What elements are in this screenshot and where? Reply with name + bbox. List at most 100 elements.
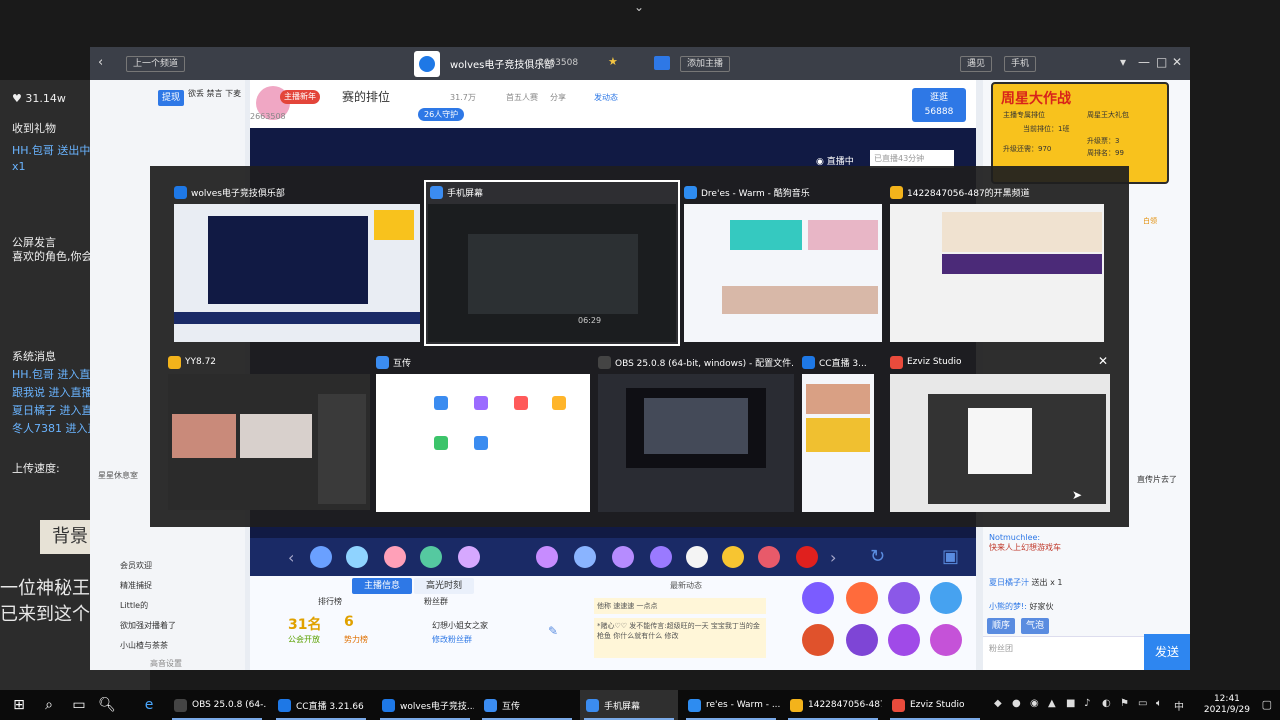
gift-item[interactable] — [384, 546, 406, 568]
taskbar-item-phone-mirror[interactable]: 手机屏幕 — [580, 690, 678, 720]
tab-highlights[interactable]: 高光时刻 — [414, 578, 474, 594]
tray-icon[interactable]: ♪ — [1084, 698, 1090, 709]
notification-icon[interactable]: ▢ — [1262, 698, 1272, 711]
minimize-icon[interactable]: — — [1138, 55, 1150, 69]
menu-icon[interactable]: ▾ — [1120, 55, 1126, 69]
taskbar-item-cc-room[interactable]: wolves电子竞技... — [376, 690, 474, 720]
action-newrank[interactable] — [888, 624, 920, 656]
search-icon[interactable]: 🔍︎ — [98, 696, 116, 714]
left-row[interactable]: 小山楂与茶茶 — [120, 640, 168, 651]
switcher-tile-cc-live[interactable]: CC直播 3... — [802, 352, 874, 512]
action-skin[interactable] — [888, 582, 920, 614]
phone-button[interactable]: 手机 — [1004, 56, 1037, 72]
gift-item[interactable] — [612, 546, 634, 568]
gift-box-icon[interactable]: ▣ — [942, 546, 959, 567]
action-custom[interactable] — [930, 624, 962, 656]
switcher-tile-yy[interactable]: YY8.72 — [168, 352, 370, 512]
guardians-badge[interactable]: 26人守护 — [418, 108, 465, 121]
tab-host-info[interactable]: 主播信息 — [352, 578, 412, 594]
tray-icon[interactable]: ◉ — [1030, 698, 1039, 709]
post-dynamic-button[interactable]: 发动态 — [594, 92, 618, 103]
chat-button[interactable]: 遇见 — [960, 56, 993, 72]
send-button[interactable]: 发送 — [1144, 634, 1190, 670]
gift-item[interactable] — [796, 546, 818, 568]
taskbar-item-kugou[interactable]: re'es - Warm - ... — [682, 690, 780, 720]
sound-settings[interactable]: 高音设置 — [150, 658, 182, 669]
switcher-tile-obs[interactable]: OBS 25.0.8 (64-bit, windows) - 配置文件... — [598, 352, 794, 512]
gift-item[interactable] — [536, 546, 558, 568]
ime-icon[interactable]: 中 — [1174, 698, 1184, 713]
gift-item[interactable] — [346, 546, 368, 568]
chat-tag-order[interactable]: 顺序 — [987, 618, 1015, 634]
chevron-right-icon[interactable]: › — [830, 548, 836, 567]
left-row[interactable]: Little的 — [120, 600, 148, 611]
tray-icon[interactable]: ◆ — [994, 698, 1002, 709]
stat-popularity: 31.7万 — [450, 93, 476, 102]
tray-icon[interactable]: ● — [1012, 698, 1021, 709]
network-icon[interactable]: ▭ — [1138, 698, 1147, 709]
dynamic-card[interactable]: 他称 速速速 一点点 — [594, 598, 766, 614]
taskbar-item-transfer[interactable]: 互传 — [478, 690, 576, 720]
dynamic-card[interactable]: *赌心♡♡ 发不能传言:超级旺的一天 宝宝我丁当的金枪鱼 你什么就有什么 修改 — [594, 618, 766, 658]
maximize-icon[interactable]: □ — [1156, 55, 1167, 69]
chevron-down-icon[interactable]: ⌄ — [634, 0, 644, 14]
add-host-button[interactable]: 添加主播 — [680, 56, 731, 72]
switcher-tile-cc-room[interactable]: wolves电子竞技俱乐部 — [174, 182, 420, 342]
windows-start-icon[interactable]: ⊞ — [10, 696, 28, 714]
obs-icon — [598, 355, 611, 369]
action-share[interactable] — [802, 582, 834, 614]
chat-tag-bubble[interactable]: 气泡 — [1021, 618, 1049, 634]
close-icon[interactable]: ✕ — [1172, 55, 1182, 69]
taskbar-item-cc[interactable]: CC直播 3.21.66 — [272, 690, 370, 720]
action-battle[interactable] — [802, 624, 834, 656]
edit-icon[interactable]: ✎ — [548, 624, 558, 638]
gift-item[interactable] — [458, 546, 480, 568]
task-view-icon[interactable]: ▭ — [70, 696, 88, 714]
gift-item[interactable] — [420, 546, 442, 568]
gift-item[interactable] — [574, 546, 596, 568]
prev-channel-button[interactable]: 上一个频道 — [126, 56, 186, 72]
taskbar-item-ezviz[interactable]: Ezviz Studio — [886, 690, 984, 720]
star-icon[interactable]: ★ — [608, 55, 618, 68]
left-row[interactable]: 欲加强对播着了 — [120, 620, 176, 631]
gift-item[interactable] — [650, 546, 672, 568]
chat-input[interactable]: 粉丝团 — [983, 636, 1144, 670]
left-row[interactable]: 精准捕捉 — [120, 580, 152, 591]
visit-button[interactable]: 逛逛 56888 — [912, 88, 966, 122]
edit-group-link[interactable]: 修改粉丝群 — [432, 634, 472, 645]
close-icon[interactable]: ✕ — [1098, 354, 1108, 368]
fans-label[interactable]: 粉丝群 — [424, 596, 448, 607]
edge-icon[interactable]: e — [140, 696, 158, 714]
gift-item[interactable] — [722, 546, 744, 568]
tray-icon[interactable]: ◐ — [1102, 698, 1111, 709]
tray-icon[interactable]: ⚑ — [1120, 698, 1129, 709]
switcher-tile-yy-channel[interactable]: 1422847056-487的开黑频道 — [890, 182, 1104, 342]
tray-icon[interactable]: ■ — [1066, 698, 1075, 709]
gift-item[interactable] — [686, 546, 708, 568]
left-row[interactable]: 会员欢迎 — [120, 560, 152, 571]
tile-preview — [376, 374, 590, 512]
gift-item[interactable] — [310, 546, 332, 568]
taskbar-item-yy[interactable]: 1422847056-487... — [784, 690, 882, 720]
clock[interactable]: 12:41 2021/9/29 — [1204, 694, 1250, 716]
rank-label[interactable]: 排行榜 — [318, 596, 342, 607]
withdraw-button[interactable]: 提现 — [158, 90, 184, 106]
switcher-tile-transfer[interactable]: 互传 — [376, 352, 590, 512]
video-icon[interactable] — [654, 56, 670, 70]
gift-item[interactable] — [758, 546, 780, 568]
refresh-icon[interactable]: ↻ — [870, 546, 885, 567]
chevron-left-icon[interactable]: ‹ — [288, 548, 294, 567]
search-icon[interactable]: ⌕ — [40, 696, 58, 714]
action-moonbox[interactable] — [930, 582, 962, 614]
tab-recent[interactable]: 最新动态 — [670, 580, 702, 591]
taskbar-item-obs[interactable]: OBS 25.0.8 (64-... — [168, 690, 266, 720]
action-guard[interactable] — [846, 624, 878, 656]
back-arrow-icon[interactable]: ‹ — [98, 55, 103, 70]
switcher-tile-kugou[interactable]: Dre'es - Warm - 酷狗音乐 — [684, 182, 882, 342]
action-lottery[interactable] — [846, 582, 878, 614]
share-button[interactable]: 分享 — [550, 92, 566, 103]
tray-icon[interactable]: ▲ — [1048, 698, 1056, 709]
volume-icon[interactable]: 🔈︎ — [1156, 698, 1162, 709]
mod-actions[interactable]: 欲丢 禁言 下麦 — [188, 88, 241, 99]
switcher-tile-phone-mirror[interactable]: 手机屏幕 06:29 — [424, 180, 680, 346]
